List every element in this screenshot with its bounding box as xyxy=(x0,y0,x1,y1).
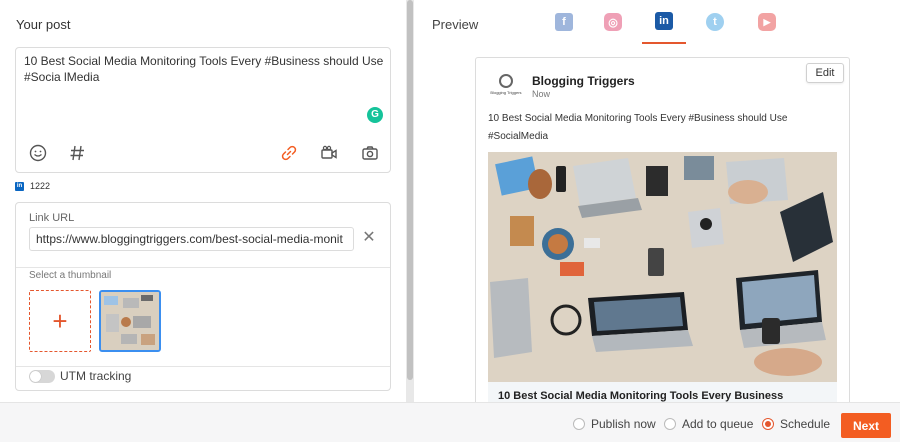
link-url-input[interactable] xyxy=(29,227,354,251)
grammarly-icon[interactable]: G xyxy=(367,107,383,123)
plus-icon: + xyxy=(52,305,68,336)
linkedin-preview-card: Edit Blogging Triggers Blogging Triggers… xyxy=(475,57,850,407)
schedule-radio[interactable] xyxy=(762,418,774,430)
schedule-label[interactable]: Schedule xyxy=(780,417,830,431)
composer-pane: Your post 10 Best Social Media Monitorin… xyxy=(0,0,406,402)
linkedin-icon: in xyxy=(15,181,24,191)
add-thumbnail-button[interactable]: + xyxy=(29,290,91,352)
facebook-icon: f xyxy=(555,13,573,31)
post-composer: Your post 10 Best Social Media Monitorin… xyxy=(0,0,900,442)
link-attachment: Link URL ✕ Select a thumbnail + xyxy=(15,202,391,391)
publish-now-radio[interactable] xyxy=(573,418,585,430)
divider xyxy=(16,267,390,268)
publish-now-label[interactable]: Publish now xyxy=(591,417,656,431)
post-toolbar xyxy=(16,134,390,172)
tab-linkedin[interactable]: in xyxy=(642,0,686,44)
thumbnail-label: Select a thumbnail xyxy=(29,270,112,281)
thumbnail-image xyxy=(101,292,159,350)
post-time: Now xyxy=(532,89,551,99)
utm-label: UTM tracking xyxy=(60,369,132,383)
tab-instagram[interactable]: ◎ xyxy=(591,0,635,44)
character-counter: in 1222 xyxy=(15,180,50,192)
logo-text: Blogging Triggers xyxy=(490,90,522,95)
char-count: 1222 xyxy=(30,181,51,191)
link-preview-image xyxy=(488,152,837,382)
video-icon[interactable] xyxy=(319,143,339,163)
preview-label: Preview xyxy=(432,17,479,32)
utm-toggle[interactable] xyxy=(29,370,55,383)
post-editor[interactable]: 10 Best Social Media Monitoring Tools Ev… xyxy=(15,47,391,173)
twitter-icon: t xyxy=(706,13,724,31)
link-url-label: Link URL xyxy=(29,212,75,224)
camera-icon[interactable] xyxy=(360,143,380,163)
preview-pane: Preview f ◎ in t ▶ Edit Blogging Trigger… xyxy=(414,0,900,407)
publish-footer: Publish now Add to queue Schedule Next xyxy=(0,402,900,442)
post-caption: 10 Best Social Media Monitoring Tools Ev… xyxy=(488,113,788,142)
close-icon[interactable]: ✕ xyxy=(361,230,377,246)
tab-facebook[interactable]: f xyxy=(542,0,586,44)
add-to-queue-label[interactable]: Add to queue xyxy=(682,417,753,431)
avatar: Blogging Triggers xyxy=(488,72,524,100)
scrollbar-thumb[interactable] xyxy=(407,0,413,380)
post-text-line1: 10 Best Social Media Monitoring Tools Ev… xyxy=(24,54,384,68)
link-icon[interactable] xyxy=(279,143,299,163)
linkedin-icon: in xyxy=(655,12,673,30)
next-button[interactable]: Next xyxy=(841,413,891,438)
instagram-icon: ◎ xyxy=(604,13,622,31)
emoji-icon[interactable] xyxy=(28,143,48,163)
tab-twitter[interactable]: t xyxy=(693,0,737,44)
author-name: Blogging Triggers xyxy=(532,74,635,88)
hashtag-icon[interactable] xyxy=(67,143,87,163)
tab-youtube[interactable]: ▶ xyxy=(745,0,789,44)
logo-icon xyxy=(499,74,513,88)
composer-title: Your post xyxy=(16,17,71,32)
post-text-line2: #Socia lMedia xyxy=(24,70,100,84)
thumbnail-option[interactable] xyxy=(99,290,161,352)
youtube-icon: ▶ xyxy=(758,13,776,31)
edit-button[interactable]: Edit xyxy=(806,63,844,83)
add-to-queue-radio[interactable] xyxy=(664,418,676,430)
post-text[interactable]: 10 Best Social Media Monitoring Tools Ev… xyxy=(24,53,384,85)
desk-photo xyxy=(488,152,837,382)
divider xyxy=(16,366,390,367)
composer-scrollbar[interactable] xyxy=(406,0,414,402)
